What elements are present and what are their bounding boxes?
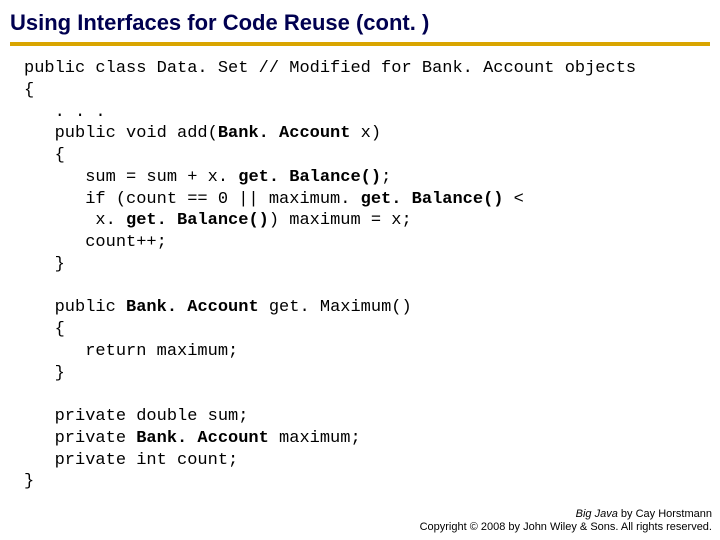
- code-line: ;: [381, 168, 391, 187]
- code-line: {: [24, 320, 65, 339]
- code-line: sum = sum + x.: [24, 168, 238, 187]
- slide-title: Using Interfaces for Code Reuse (cont. ): [10, 10, 710, 46]
- code-bold: Bank. Account: [218, 124, 351, 143]
- code-line: count++;: [24, 233, 167, 252]
- footer-copyright: Copyright © 2008 by John Wiley & Sons. A…: [420, 521, 712, 534]
- code-bold: get. Balance(): [126, 211, 269, 230]
- code-line: public void add(: [24, 124, 218, 143]
- footer: Big Java by Cay Horstmann Copyright © 20…: [420, 508, 712, 534]
- code-line: }: [24, 255, 65, 274]
- code-line: private double sum;: [24, 407, 248, 426]
- code-line: ) maximum = x;: [269, 211, 412, 230]
- code-line: x): [350, 124, 381, 143]
- code-bold: get. Balance(): [238, 168, 381, 187]
- footer-author: by Cay Horstmann: [618, 508, 712, 520]
- code-line: {: [24, 146, 65, 165]
- code-line: public class Data. Set // Modified for B…: [24, 59, 636, 78]
- book-title: Big Java: [576, 508, 618, 520]
- code-line: }: [24, 472, 34, 491]
- code-bold: Bank. Account: [136, 429, 269, 448]
- code-line: if (count == 0 || maximum.: [24, 190, 361, 209]
- code-line: private: [24, 429, 136, 448]
- code-block: public class Data. Set // Modified for B…: [24, 58, 696, 493]
- code-bold: Bank. Account: [126, 298, 259, 317]
- code-line: x.: [24, 211, 126, 230]
- code-line: <: [503, 190, 534, 209]
- code-line: {: [24, 81, 34, 100]
- code-line: get. Maximum(): [259, 298, 412, 317]
- code-line: }: [24, 364, 65, 383]
- slide: Using Interfaces for Code Reuse (cont. )…: [0, 0, 720, 540]
- footer-line-1: Big Java by Cay Horstmann: [420, 508, 712, 521]
- code-line: public: [24, 298, 126, 317]
- code-line: . . .: [24, 103, 106, 122]
- code-line: private int count;: [24, 451, 238, 470]
- code-line: return maximum;: [24, 342, 238, 361]
- code-line: maximum;: [269, 429, 361, 448]
- code-bold: get. Balance(): [361, 190, 504, 209]
